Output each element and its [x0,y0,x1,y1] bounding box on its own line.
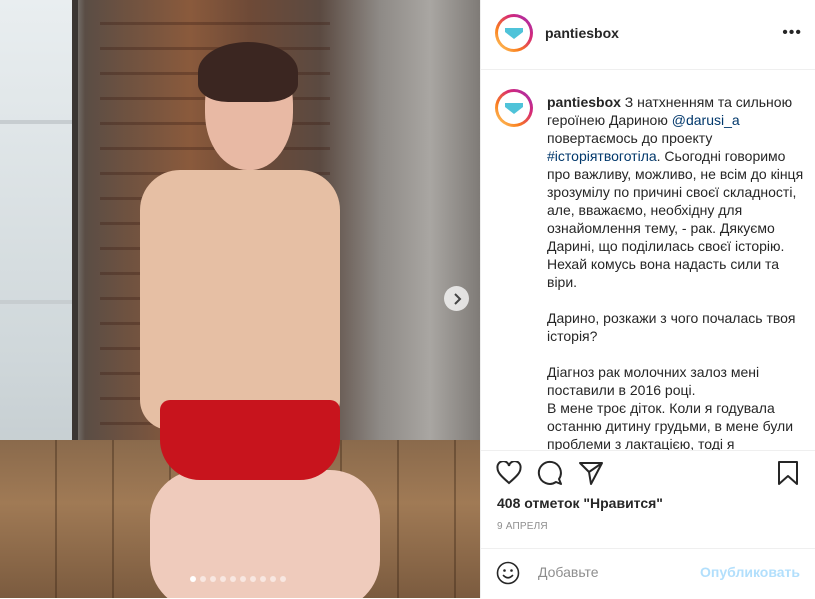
model-figure [110,40,380,598]
comment-icon [537,460,562,485]
comment-input[interactable] [536,563,720,581]
caption-avatar[interactable] [495,89,533,127]
more-icon[interactable]: ••• [782,24,802,42]
comment-bar: Опубликовать [481,548,815,599]
emoji-button[interactable] [496,561,520,590]
like-count[interactable]: 408 отметок "Нравится" [497,495,663,511]
emoji-icon [496,561,520,585]
like-button[interactable] [495,459,523,487]
post-date[interactable]: 9 АПРЕЛЯ [497,521,548,532]
share-button[interactable] [577,459,605,487]
save-button[interactable] [774,459,802,487]
caption-username[interactable]: pantiesbox [547,94,621,110]
post-photo[interactable] [0,0,480,598]
publish-button[interactable]: Опубликовать [700,564,800,580]
share-icon [579,462,603,485]
header-username[interactable]: pantiesbox [545,25,619,41]
carousel-next-button[interactable] [444,286,469,311]
brand-logo-icon [505,28,523,39]
bookmark-icon [778,461,798,485]
post-actions: 408 отметок "Нравится" 9 АПРЕЛЯ Опублико… [481,450,815,598]
post-side-panel: pantiesbox ••• pantiesbox З натхненням т… [480,0,815,598]
brand-logo-icon [505,103,523,114]
carousel-indicator [190,576,286,582]
caption: pantiesbox З натхненням та сильною герої… [481,71,815,450]
caption-text: pantiesbox З натхненням та сильною герої… [547,94,804,450]
comment-button[interactable] [536,459,564,487]
heart-icon [496,461,522,485]
avatar[interactable] [495,14,533,52]
post-header: pantiesbox ••• [481,0,815,70]
hashtag-link[interactable]: #історіятвоготіла [547,148,657,164]
mention-link[interactable]: @darusi_a [672,112,740,128]
chevron-right-icon [453,292,461,305]
